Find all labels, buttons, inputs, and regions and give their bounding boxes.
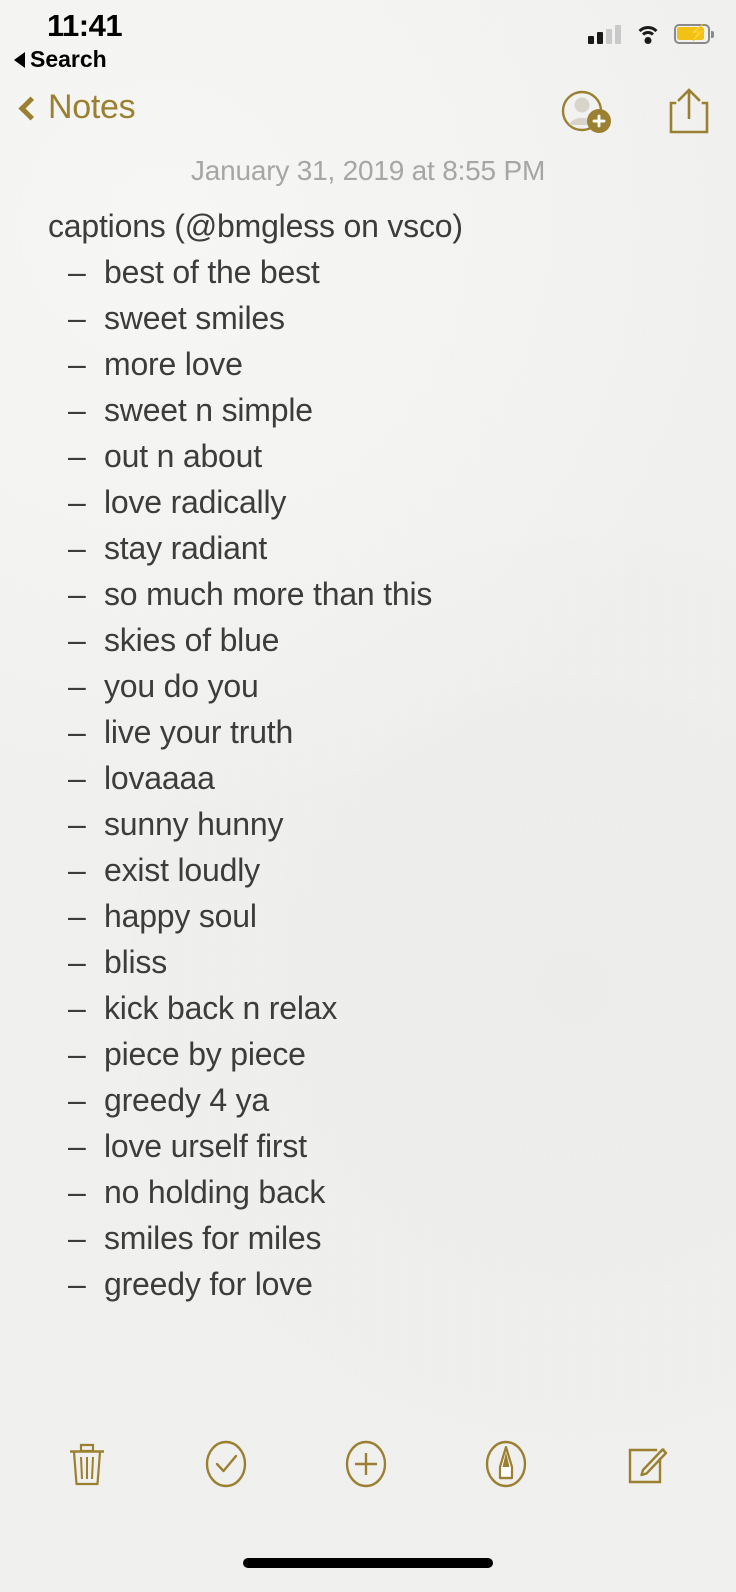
share-icon[interactable] bbox=[666, 86, 712, 141]
list-bullet: – bbox=[68, 484, 86, 520]
list-item: – best of the best bbox=[0, 249, 736, 295]
list-item: – greedy 4 ya bbox=[0, 1077, 736, 1123]
list-item: – live your truth bbox=[0, 709, 736, 755]
list-item-label: bliss bbox=[104, 944, 168, 980]
checkmark-circle-icon[interactable] bbox=[203, 1438, 249, 1495]
battery-charging-icon: ⚡ bbox=[674, 24, 714, 44]
list-bullet: – bbox=[68, 1266, 86, 1302]
back-to-notes-button[interactable]: Notes bbox=[18, 88, 136, 127]
list-bullet: – bbox=[68, 1174, 86, 1210]
list-item: – love urself first bbox=[0, 1123, 736, 1169]
list-bullet: – bbox=[68, 668, 86, 704]
list-item-label: sweet n simple bbox=[104, 392, 313, 428]
list-bullet: – bbox=[68, 760, 86, 796]
list-item: – greedy for love bbox=[0, 1261, 736, 1307]
list-item-label: live your truth bbox=[104, 714, 294, 750]
list-item: – piece by piece bbox=[0, 1031, 736, 1077]
status-bar: 11:41 Search ⚡ bbox=[0, 0, 736, 82]
list-bullet: – bbox=[68, 392, 86, 428]
list-bullet: – bbox=[68, 576, 86, 612]
list-item-label: love urself first bbox=[104, 1128, 307, 1164]
list-item-label: skies of blue bbox=[104, 622, 280, 658]
navigation-actions bbox=[560, 86, 712, 141]
list-bullet: – bbox=[68, 990, 86, 1026]
list-item: – bliss bbox=[0, 939, 736, 985]
navigation-bar: Notes bbox=[0, 86, 736, 148]
list-bullet: – bbox=[68, 254, 86, 290]
list-item-label: best of the best bbox=[104, 254, 320, 290]
list-item: – sunny hunny bbox=[0, 801, 736, 847]
list-bullet: – bbox=[68, 1128, 86, 1164]
list-item-label: smiles for miles bbox=[104, 1220, 322, 1256]
list-item-label: happy soul bbox=[104, 898, 257, 934]
list-bullet: – bbox=[68, 346, 86, 382]
list-item-label: more love bbox=[104, 346, 243, 382]
compose-icon[interactable] bbox=[623, 1438, 671, 1495]
note-date: January 31, 2019 at 8:55 PM bbox=[190, 155, 546, 186]
list-item-label: sunny hunny bbox=[104, 806, 284, 842]
list-item-label: lovaaaa bbox=[104, 760, 215, 796]
chevron-left-icon bbox=[18, 96, 43, 121]
list-item: – exist loudly bbox=[0, 847, 736, 893]
list-bullet: – bbox=[68, 622, 86, 658]
trash-icon[interactable] bbox=[65, 1438, 109, 1495]
list-item-label: love radically bbox=[104, 484, 287, 520]
list-bullet: – bbox=[68, 438, 86, 474]
list-item-label: stay radiant bbox=[104, 530, 268, 566]
list-item-label: greedy 4 ya bbox=[104, 1082, 270, 1118]
wifi-icon bbox=[634, 24, 661, 44]
home-indicator bbox=[243, 1558, 493, 1568]
list-bullet: – bbox=[68, 806, 86, 842]
list-item-label: so much more than this bbox=[104, 576, 433, 612]
status-bar-indicators: ⚡ bbox=[588, 24, 714, 44]
list-item: – sweet n simple bbox=[0, 387, 736, 433]
list-item: – more love bbox=[0, 341, 736, 387]
markup-pen-circle-icon[interactable] bbox=[483, 1438, 529, 1495]
list-item-label: sweet smiles bbox=[104, 300, 285, 336]
status-bar-back-label: Search bbox=[30, 46, 107, 72]
status-bar-time: 11:41 bbox=[47, 8, 123, 43]
list-item: – happy soul bbox=[0, 893, 736, 939]
list-item: – love radically bbox=[0, 479, 736, 525]
list-item-label: exist loudly bbox=[104, 852, 260, 888]
list-item: – sweet smiles bbox=[0, 295, 736, 341]
list-bullet: – bbox=[68, 530, 86, 566]
list-item-label: you do you bbox=[104, 668, 259, 704]
list-bullet: – bbox=[68, 714, 86, 750]
list-item: – stay radiant bbox=[0, 525, 736, 571]
bottom-toolbar bbox=[0, 1423, 736, 1509]
list-item: – lovaaaa bbox=[0, 755, 736, 801]
list-item-label: out n about bbox=[104, 438, 262, 474]
list-item: – kick back n relax bbox=[0, 985, 736, 1031]
list-item: – smiles for miles bbox=[0, 1215, 736, 1261]
list-item: – so much more than this bbox=[0, 571, 736, 617]
list-item: – skies of blue bbox=[0, 617, 736, 663]
note-body[interactable]: captions (@bmgless on vsco) – best of the… bbox=[0, 203, 736, 1307]
triangle-left-icon bbox=[14, 51, 25, 68]
list-bullet: – bbox=[68, 898, 86, 934]
list-item: – out n about bbox=[0, 433, 736, 479]
list-bullet: – bbox=[68, 852, 86, 888]
list-bullet: – bbox=[68, 944, 86, 980]
list-bullet: – bbox=[68, 300, 86, 336]
list-item: – no holding back bbox=[0, 1169, 736, 1215]
list-item-label: piece by piece bbox=[104, 1036, 306, 1072]
list-bullet: – bbox=[68, 1220, 86, 1256]
list-item-label: greedy for love bbox=[104, 1266, 313, 1302]
plus-circle-icon[interactable] bbox=[343, 1438, 389, 1495]
list-bullet: – bbox=[68, 1036, 86, 1072]
add-person-icon[interactable] bbox=[560, 88, 614, 139]
note-caption-list: – best of the best – sweet smiles – more lo… bbox=[0, 249, 736, 1307]
list-item-label: kick back n relax bbox=[104, 990, 338, 1026]
list-item-label: no holding back bbox=[104, 1174, 326, 1210]
list-bullet: – bbox=[68, 1082, 86, 1118]
cellular-signal-icon bbox=[588, 24, 621, 44]
back-button-label: Notes bbox=[48, 88, 136, 126]
status-bar-back-to-search[interactable]: Search bbox=[14, 46, 107, 73]
note-title: captions (@bmgless on vsco) bbox=[48, 208, 463, 244]
list-item: – you do you bbox=[0, 663, 736, 709]
